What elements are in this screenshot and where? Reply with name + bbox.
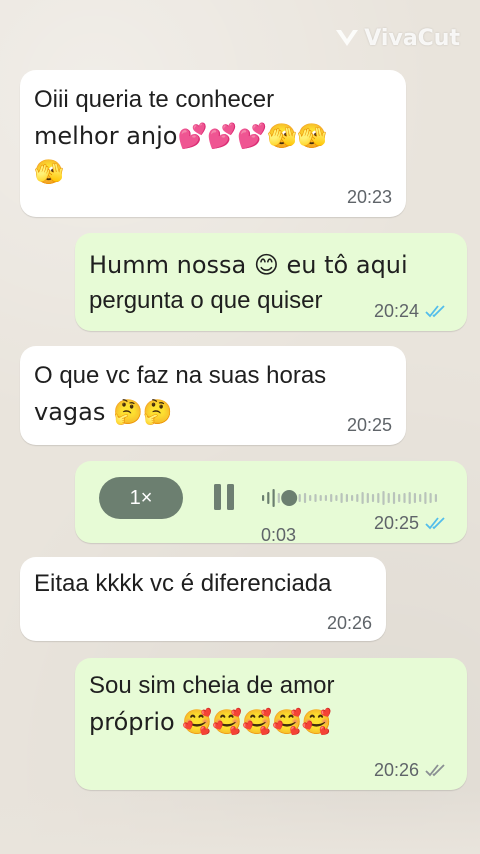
vivacut-logo-icon [336,30,359,46]
message-time: 20:26 [373,760,419,780]
waveform-bar [262,495,265,501]
waveform-bar [408,492,411,504]
watermark-brand: VivaCut [364,25,460,51]
voice-message-bubble[interactable]: 1× 0:03 20:25 [75,461,467,545]
waveform-bar [298,494,301,502]
waveform-bar [361,492,364,504]
waveform-bar [382,491,385,505]
waveform-bar [434,494,437,502]
voice-duration: 0:03 [261,525,297,545]
waveform-bar [429,493,432,503]
pause-icon[interactable] [212,483,236,511]
waveform-bar [267,492,270,504]
waveform-bar [387,493,390,503]
watermark: VivaCut [334,24,460,52]
waveform-bar [366,493,369,503]
message-time: 20:25 [373,513,419,533]
waveform-bar [277,493,280,503]
message-time: 20:25 [346,415,392,435]
waveform-bar [403,493,406,503]
waveform-bar [319,495,322,501]
waveform-bar [340,493,343,503]
message-bubble-outgoing[interactable]: Sou sim cheia de amor próprio 🥰🥰🥰🥰🥰 20:2… [75,658,467,790]
read-double-check-icon [425,305,445,318]
message-bubble-incoming[interactable]: Eitaa kkkk vc é diferenciada 20:26 [20,557,386,641]
playback-position-knob[interactable] [281,490,298,506]
waveform-bar [419,494,422,502]
waveform-bar [314,494,317,502]
waveform-bar [377,493,380,503]
message-text: Humm nossa 😊 eu tô aqui pergunta o que q… [89,251,408,314]
message-time: 20:23 [346,187,392,207]
waveform-bar [398,494,401,502]
waveform-bar [351,495,354,501]
waveform-bar [324,495,327,501]
message-time: 20:26 [326,613,372,633]
audio-waveform[interactable] [261,483,439,513]
waveform-bar [335,495,338,501]
waveform-bar [309,495,312,501]
message-bubble-incoming[interactable]: Oiii queria te conhecer melhor anjo💕💕💕🫣🫣… [20,70,406,217]
message-text: O que vc faz na suas horas vagas 🤔🤔 [34,362,327,426]
message-text: Eitaa kkkk vc é diferenciada [34,570,332,597]
waveform-bar [345,494,348,502]
waveform-bar [330,494,333,502]
read-double-check-icon [425,517,445,530]
message-bubble-incoming[interactable]: O que vc faz na suas horas vagas 🤔🤔 20:2… [20,346,406,445]
waveform-bar [303,493,307,503]
waveform-bar [356,494,359,502]
waveform-bar [424,492,427,504]
message-text: Oiii queria te conhecer melhor anjo💕💕💕🫣🫣… [34,86,327,186]
waveform-bar [371,494,375,502]
bottom-fade [0,790,480,854]
message-time: 20:24 [373,301,419,321]
playback-speed-button[interactable]: 1× [99,477,183,519]
waveform-bar [392,492,396,504]
message-bubble-outgoing[interactable]: Humm nossa 😊 eu tô aqui pergunta o que q… [75,233,467,331]
waveform-bar [413,493,416,503]
delivered-double-check-icon [425,764,445,777]
message-text: Sou sim cheia de amor próprio 🥰🥰🥰🥰🥰 [89,672,335,736]
waveform-bar [272,489,275,507]
